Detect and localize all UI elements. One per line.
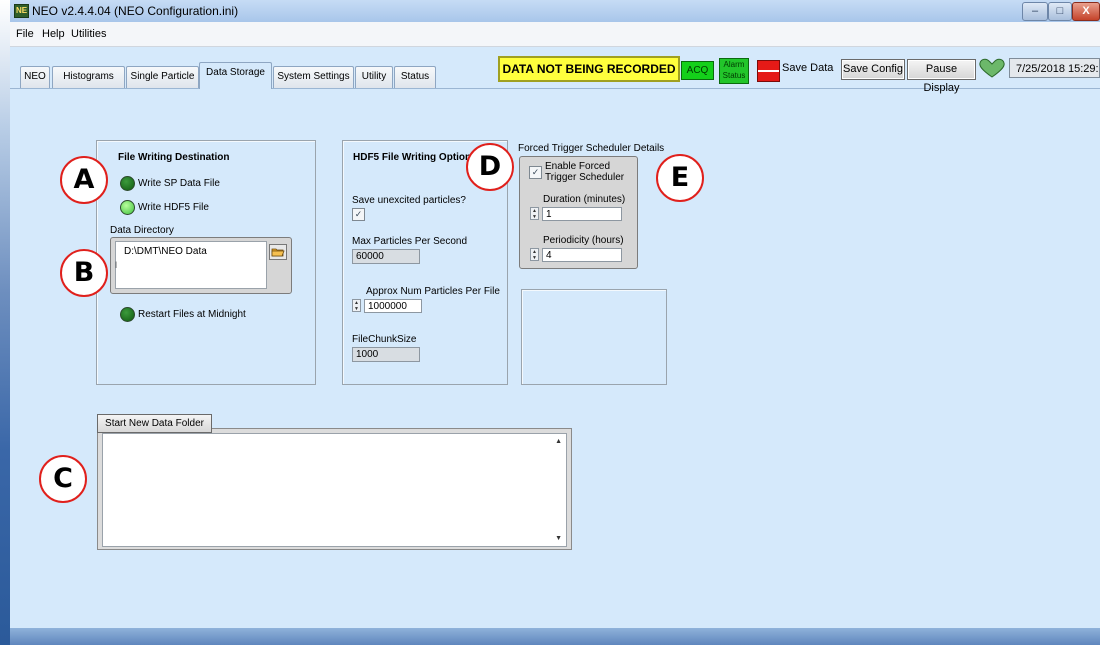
annotation-e: E (656, 154, 704, 202)
data-directory-value: D:\DMT\NEO Data (124, 246, 207, 257)
chunk-size-label: FileChunkSize (352, 334, 417, 345)
periodicity-spinner[interactable]: ▲ ▼ (530, 248, 539, 261)
restart-midnight-led[interactable] (120, 307, 135, 322)
empty-panel (521, 289, 667, 385)
periodicity-input[interactable]: 4 (542, 248, 622, 262)
datetime-display: 7/25/2018 15:29:57 (1009, 58, 1100, 78)
approx-num-label: Approx Num Particles Per File (366, 286, 500, 297)
browse-button[interactable] (269, 244, 287, 260)
recording-warning: DATA NOT BEING RECORDED (498, 56, 680, 82)
tab-data-storage[interactable]: Data Storage (199, 62, 272, 89)
alarm-status-indicator: Alarm Status (719, 58, 749, 84)
save-data-label: Save Data (782, 62, 834, 74)
approx-num-spinner[interactable]: ▲ ▼ (352, 299, 361, 312)
restart-midnight-label: Restart Files at Midnight (138, 309, 246, 320)
scroll-up-icon[interactable]: ▲ (555, 438, 562, 445)
annotation-d: D (466, 143, 514, 191)
alarm-label: Alarm (723, 60, 745, 69)
title-bar: NE NEO v2.4.4.04 (NEO Configuration.ini)… (10, 0, 1100, 23)
file-writing-title: File Writing Destination (118, 152, 230, 163)
annotation-c: C (39, 455, 87, 503)
hdf5-title: HDF5 File Writing Options (353, 152, 477, 163)
save-unexcited-label: Save unexcited particles? (352, 195, 466, 206)
status-label: Status (722, 71, 746, 80)
menu-utilities[interactable]: Utilities (71, 28, 106, 40)
message-log[interactable]: ▲ ▼ (102, 433, 567, 547)
trigger-scheduler-label: Trigger Scheduler (545, 172, 625, 183)
status-bar (10, 628, 1100, 645)
write-sp-label: Write SP Data File (138, 178, 220, 189)
max-particles-value: 60000 (352, 249, 420, 264)
folder-icon (271, 248, 285, 257)
periodicity-label: Periodicity (hours) (543, 235, 624, 246)
pause-display-button[interactable]: Pause Display (907, 59, 976, 94)
close-button[interactable]: X (1072, 2, 1100, 21)
menu-bar: File Help Utilities (10, 22, 1100, 47)
tab-status[interactable]: Status (394, 66, 436, 88)
write-sp-led[interactable] (120, 176, 135, 191)
data-directory-label: Data Directory (110, 225, 174, 236)
save-config-button[interactable]: Save Config (841, 59, 905, 80)
tab-single-particle[interactable]: Single Particle (126, 66, 199, 88)
tab-histograms[interactable]: Histograms (52, 66, 125, 88)
forced-trigger-title: Forced Trigger Scheduler Details (518, 143, 665, 154)
duration-input[interactable]: 1 (542, 207, 622, 221)
scroll-down-icon[interactable]: ▼ (555, 535, 562, 542)
save-unexcited-checkbox[interactable]: ✓ (352, 208, 365, 221)
write-hdf5-label: Write HDF5 File (138, 202, 209, 213)
tab-system-settings[interactable]: System Settings (273, 66, 354, 88)
write-hdf5-led[interactable] (120, 200, 135, 215)
tab-neo[interactable]: NEO (20, 66, 50, 88)
minimize-button[interactable]: – (1022, 2, 1048, 21)
heartbeat-icon (979, 58, 1005, 78)
save-data-indicator[interactable] (757, 60, 780, 82)
tab-utility[interactable]: Utility (355, 66, 393, 88)
app-icon: NE (14, 4, 29, 18)
start-new-folder-button[interactable]: Start New Data Folder (97, 414, 212, 433)
menu-file[interactable]: File (16, 28, 34, 40)
path-type-icon: ꟾ (115, 263, 118, 270)
menu-help[interactable]: Help (42, 28, 65, 40)
data-directory-path[interactable]: D:\DMT\NEO Data (115, 241, 267, 289)
approx-num-input[interactable]: 1000000 (364, 299, 422, 313)
chunk-size-value: 1000 (352, 347, 420, 362)
duration-label: Duration (minutes) (543, 194, 626, 205)
annotation-b: B (60, 249, 108, 297)
enable-forced-checkbox[interactable]: ✓ (529, 166, 542, 179)
window-title: NEO v2.4.4.04 (NEO Configuration.ini) (32, 4, 239, 18)
duration-spinner[interactable]: ▲ ▼ (530, 207, 539, 220)
max-particles-label: Max Particles Per Second (352, 236, 468, 247)
message-log-frame: ▲ ▼ (97, 428, 572, 550)
enable-forced-label: Enable Forced (545, 161, 611, 172)
acq-indicator: ACQ (681, 61, 714, 80)
annotation-a: A (60, 156, 108, 204)
maximize-button[interactable]: □ (1048, 2, 1072, 21)
desktop-edge (0, 0, 10, 645)
